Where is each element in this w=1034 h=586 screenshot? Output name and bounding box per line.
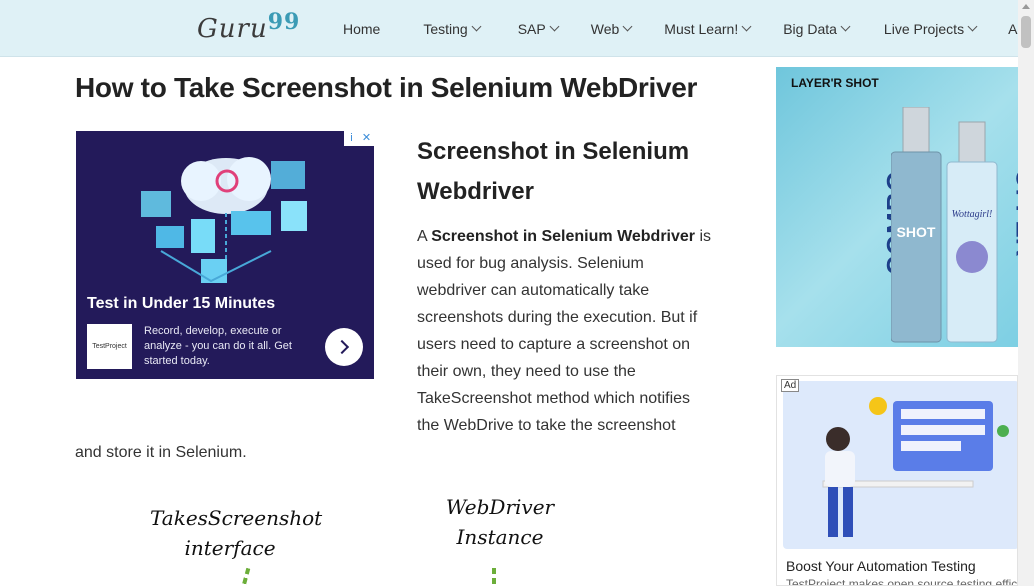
chevron-down-icon xyxy=(840,21,851,32)
intro-paragraph: A Screenshot in Selenium Webdriver is us… xyxy=(417,228,712,434)
diagram-connector xyxy=(492,568,496,586)
nav-home[interactable]: Home xyxy=(343,21,380,37)
ad-perfume[interactable]: LAYER'R SHOT COMBO OFFER SHOT Wottagirl! xyxy=(776,67,1018,347)
ad-description: Record, develop, execute or analyze - yo… xyxy=(144,325,292,367)
ad-headline: Boost Your Automation Testing xyxy=(786,558,976,574)
ad-subline: TestProject makes open source testing ef… xyxy=(786,577,1018,586)
testproject-logo: TestProject xyxy=(87,324,132,369)
chevron-down-icon xyxy=(967,21,978,32)
intro-paragraph-tail: and store it in Selenium. xyxy=(75,444,247,461)
main-nav: Home Testing SAP Web Must Learn! Big Dat… xyxy=(343,0,1034,57)
nav-testing[interactable]: Testing xyxy=(423,21,482,37)
site-header: Guru99 Home Testing SAP Web Must Learn! … xyxy=(0,0,1034,57)
developer-illustration xyxy=(783,381,1017,549)
nav-sap[interactable]: SAP xyxy=(518,21,560,37)
diagram-label-webdriver: WebDriver Instance xyxy=(445,495,555,549)
chevron-down-icon xyxy=(741,21,752,32)
ad-close-icon[interactable]: ✕ xyxy=(359,131,374,146)
nav-live-projects[interactable]: Live Projects xyxy=(884,21,978,37)
chevron-down-icon xyxy=(471,21,482,32)
ad-headline: Test in Under 15 Minutes xyxy=(87,295,276,312)
ad-offer-text: OFFER xyxy=(1010,168,1018,257)
cloud-illustration xyxy=(131,141,321,301)
diagram-label-takesscreenshot: TakesScreenshot interface xyxy=(150,506,323,560)
logo-text: Guru xyxy=(197,14,268,44)
nav-big-data[interactable]: Big Data xyxy=(783,21,851,37)
chevron-down-icon xyxy=(622,21,633,32)
chevron-down-icon xyxy=(549,21,560,32)
page-title: How to Take Screenshot in Selenium WebDr… xyxy=(75,72,698,103)
diagram-connector xyxy=(241,567,251,586)
vertical-scrollbar[interactable] xyxy=(1018,0,1034,586)
ad-badges: i ✕ xyxy=(344,131,374,146)
ad-label: Ad xyxy=(781,379,800,392)
scroll-up-arrow-icon[interactable] xyxy=(1022,4,1030,9)
svg-text:SHOT: SHOT xyxy=(897,224,936,240)
logo-number: 99 xyxy=(267,9,301,35)
svg-text:Wottagirl!: Wottagirl! xyxy=(952,209,993,220)
nav-web[interactable]: Web xyxy=(591,21,633,37)
ad-info-icon[interactable]: i xyxy=(344,131,359,146)
ad-testproject-automation[interactable]: Ad Boost Your Automation Testing TestPro… xyxy=(776,375,1018,586)
ad-banner-testproject[interactable]: i ✕ Test in Under 15 Minutes TestProject… xyxy=(76,131,374,379)
section-heading: Screenshot in Selenium Webdriver xyxy=(417,138,690,205)
perfume-bottles-image: SHOT Wottagirl! xyxy=(891,107,998,343)
scroll-thumb[interactable] xyxy=(1021,16,1031,48)
chevron-right-icon xyxy=(334,339,350,355)
ad-brand: LAYER'R SHOT xyxy=(791,76,879,90)
bold-term: Screenshot in Selenium Webdriver xyxy=(431,228,696,245)
nav-must-learn[interactable]: Must Learn! xyxy=(664,21,752,37)
site-logo[interactable]: Guru99 xyxy=(197,9,300,44)
ad-next-button[interactable] xyxy=(325,328,363,366)
